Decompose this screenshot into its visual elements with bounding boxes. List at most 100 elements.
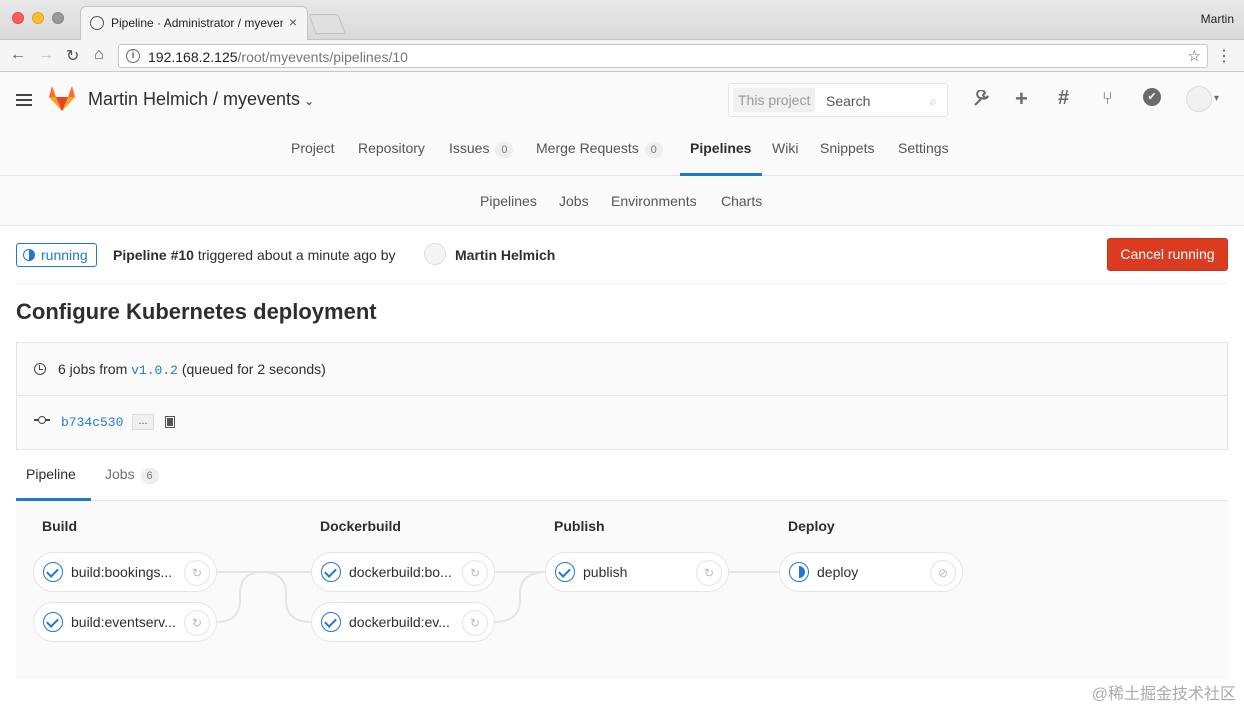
success-status-icon [43,562,63,582]
job-name: build:bookings... [71,564,173,580]
nav-issues-label: Issues [449,140,490,156]
running-status-icon [23,249,35,261]
job-pill[interactable]: build:bookings... ↻ [33,552,217,592]
nav-pipelines[interactable]: Pipelines [690,140,751,156]
reload-icon[interactable]: ↻ [66,46,79,66]
search-placeholder: Search [826,93,871,109]
nav-issues[interactable]: Issues 0 [449,140,514,158]
bookmark-star-icon[interactable]: ☆ [1188,47,1201,65]
project-title-text: Martin Helmich / myevents [88,89,301,109]
tab-jobs-label: Jobs [105,466,135,482]
close-window-button[interactable] [12,12,24,24]
subnav-environments[interactable]: Environments [611,193,697,209]
triggerer-name[interactable]: Martin Helmich [455,247,555,263]
cancel-icon[interactable]: ⊘ [930,560,956,586]
job-pill[interactable]: deploy ⊘ [779,552,963,592]
user-avatar[interactable] [1186,86,1212,112]
status-badge-label: running [41,247,88,263]
job-name: build:eventserv... [71,614,176,630]
success-status-icon [43,612,63,632]
job-pill[interactable]: publish ↻ [545,552,729,592]
tab-pipeline[interactable]: Pipeline [26,466,76,482]
subnav-pipelines[interactable]: Pipelines [480,193,537,209]
success-status-icon [321,612,341,632]
triggerer-avatar[interactable] [424,243,446,265]
clock-icon [34,363,46,375]
back-icon[interactable]: ← [10,46,26,64]
job-name: dockerbuild:ev... [349,614,450,630]
commit-title: Configure Kubernetes deployment [16,299,377,324]
project-title[interactable]: Martin Helmich / myevents ⌄ [88,89,314,110]
url-text: 192.168.2.125/root/myevents/pipelines/10 [148,49,408,65]
copy-icon[interactable] [165,416,175,428]
hamburger-menu-icon[interactable] [16,94,32,106]
merge-requests-count-badge: 0 [644,142,663,158]
hash-icon[interactable]: # [1058,87,1069,110]
cancel-running-button[interactable]: Cancel running [1107,238,1228,271]
subnav-jobs[interactable]: Jobs [559,193,589,209]
retry-icon[interactable]: ↻ [184,560,210,586]
job-pill[interactable]: dockerbuild:ev... ↻ [311,602,495,642]
retry-icon[interactable]: ↻ [184,610,210,636]
subnav-charts[interactable]: Charts [721,193,762,209]
pipeline-triggered-text: triggered about a minute ago by [193,247,396,263]
stage-title-build: Build [42,518,77,534]
chevron-down-icon: ⌄ [304,94,315,108]
browser-menu-icon[interactable]: ⋮ [1216,46,1232,66]
pipelines-sub-nav: Pipelines Jobs Environments Charts [0,176,1244,226]
tab-jobs[interactable]: Jobs 6 [105,466,159,484]
jobs-prefix: 6 jobs from [58,361,132,377]
browser-profile[interactable]: Martin [1201,12,1234,26]
ref-link[interactable]: v1.0.2 [131,363,178,378]
site-info-icon[interactable]: i [126,49,140,63]
browser-tab[interactable]: Pipeline · Administrator / myevents × [80,6,308,40]
address-bar[interactable]: i 192.168.2.125/root/myevents/pipelines/… [118,44,1208,68]
maximize-window-button[interactable] [52,12,64,24]
stage-title-dockerbuild: Dockerbuild [320,518,401,534]
tab-title: Pipeline · Administrator / myevents [111,16,283,30]
commit-icon [34,415,50,425]
running-status-icon [789,562,809,582]
wrench-icon[interactable] [972,90,990,108]
job-pill[interactable]: build:eventserv... ↻ [33,602,217,642]
retry-icon[interactable]: ↻ [462,610,488,636]
nav-repository[interactable]: Repository [358,140,425,156]
status-badge[interactable]: running [16,243,97,267]
job-pill[interactable]: dockerbuild:bo... ↻ [311,552,495,592]
todo-check-icon[interactable]: ✔ [1143,88,1161,106]
nav-merge-requests[interactable]: Merge Requests 0 [536,140,663,158]
jobs-count-badge: 6 [140,468,159,484]
job-name: publish [583,564,628,580]
new-tab-button[interactable] [308,14,346,34]
watermark: @稀土掘金技术社区 [1091,686,1236,703]
nav-wiki[interactable]: Wiki [772,140,798,156]
nav-merge-requests-label: Merge Requests [536,140,639,156]
home-icon[interactable]: ⌂ [94,46,104,64]
url-host: 192.168.2.125 [148,49,238,65]
stage-title-deploy: Deploy [788,518,835,534]
chevron-down-icon[interactable]: ▾ [1214,93,1219,104]
issues-count-badge: 0 [495,142,514,158]
url-path: /root/myevents/pipelines/10 [237,49,408,65]
pipeline-info: Pipeline #10 triggered about a minute ag… [113,247,396,263]
forward-icon[interactable]: → [38,46,54,64]
nav-snippets[interactable]: Snippets [820,140,874,156]
pipeline-info-box: 6 jobs from v1.0.2 (queued for 2 seconds… [16,342,1228,450]
jobs-suffix: (queued for 2 seconds) [177,361,326,377]
minimize-window-button[interactable] [32,12,44,24]
gitlab-logo-icon[interactable] [47,84,77,112]
nav-project[interactable]: Project [291,140,335,156]
expand-commit-message-button[interactable]: ... [132,414,154,430]
jobs-summary: 6 jobs from v1.0.2 (queued for 2 seconds… [58,361,326,378]
search-scope-badge[interactable]: This project [733,88,816,112]
retry-icon[interactable]: ↻ [696,560,722,586]
search-input[interactable]: This project Search ⌕ [728,83,948,117]
pipeline-id: Pipeline #10 [113,247,194,263]
nav-settings[interactable]: Settings [898,140,949,156]
plus-icon[interactable]: + [1015,86,1028,112]
tab-close-icon[interactable]: × [289,14,297,30]
commit-sha-link[interactable]: b734c530 [61,415,123,430]
stage-title-publish: Publish [554,518,605,534]
retry-icon[interactable]: ↻ [462,560,488,586]
merge-request-icon[interactable]: ⑂ [1102,88,1113,109]
